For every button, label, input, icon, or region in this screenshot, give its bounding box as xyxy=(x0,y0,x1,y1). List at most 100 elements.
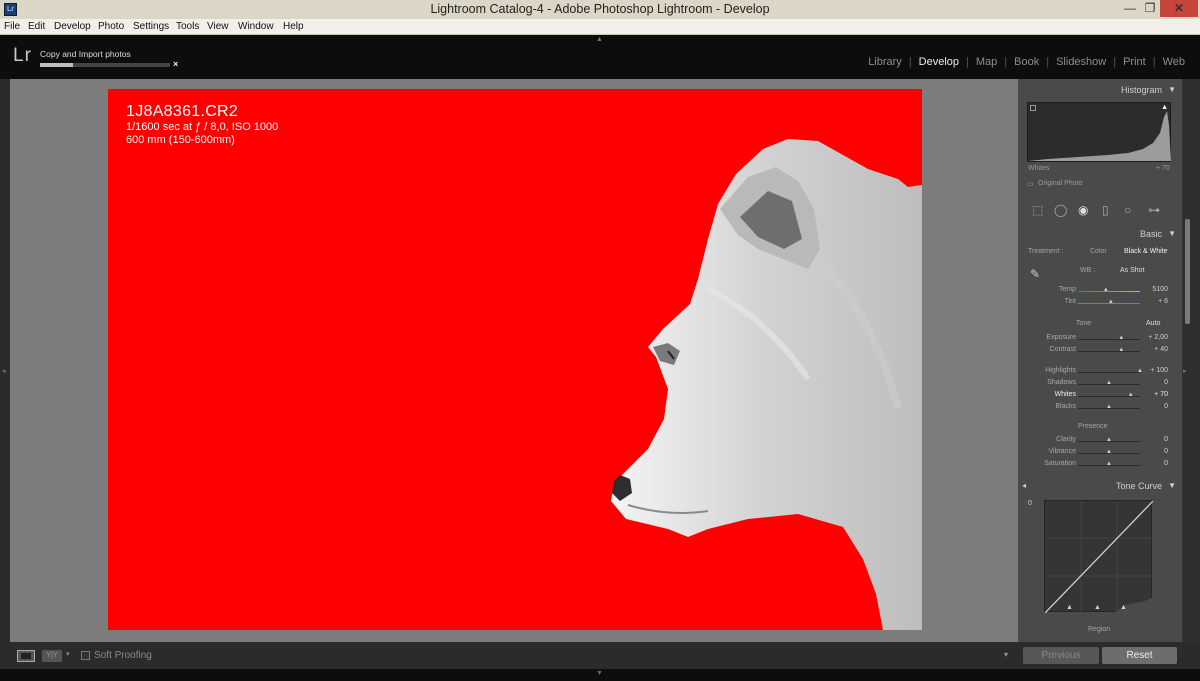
histogram-panel-header[interactable]: Histogram ▼ xyxy=(1018,81,1182,99)
cancel-task-icon[interactable]: × xyxy=(173,59,178,69)
exposure-track[interactable] xyxy=(1078,339,1140,340)
previous-button[interactable]: Previous xyxy=(1023,647,1099,664)
menu-help[interactable]: Help xyxy=(283,21,304,32)
collapse-basic-icon[interactable]: ▼ xyxy=(1168,229,1176,238)
curve-split-left-icon[interactable]: ▲ xyxy=(1066,604,1073,611)
menu-tools[interactable]: Tools xyxy=(176,21,199,32)
menu-window[interactable]: Window xyxy=(238,21,274,32)
tone-curve-target-icon[interactable]: ◂ xyxy=(1022,481,1026,490)
menu-develop[interactable]: Develop xyxy=(54,21,91,32)
contrast-track[interactable] xyxy=(1078,351,1140,352)
soft-proofing-checkbox[interactable] xyxy=(81,651,90,660)
saturation-knob[interactable]: ▲ xyxy=(1106,461,1112,467)
clarity-slider[interactable]: Clarity ▲ 0 xyxy=(1018,435,1182,447)
module-slideshow[interactable]: Slideshow xyxy=(1049,56,1113,68)
photo-preview[interactable]: 1J8A8361.CR2 1/1600 sec at ƒ / 8,0, ISO … xyxy=(108,89,922,630)
temp-knob[interactable]: ▲ xyxy=(1103,287,1109,293)
exposure-slider[interactable]: Exposure ▲ + 2,00 xyxy=(1018,333,1182,345)
temp-value[interactable]: 5100 xyxy=(1152,286,1168,293)
histogram-display[interactable]: ▲ xyxy=(1027,102,1171,162)
left-panel-collapsed[interactable]: ◂ xyxy=(0,79,10,642)
presence-label: Presence xyxy=(1078,423,1108,430)
vibrance-slider[interactable]: Vibrance ▲ 0 xyxy=(1018,447,1182,459)
tint-slider[interactable]: Tint ▲ + 6 xyxy=(1018,297,1182,309)
radial-filter-icon[interactable]: ○ xyxy=(1124,203,1131,217)
auto-tone-button[interactable]: Auto xyxy=(1146,320,1160,327)
image-canvas[interactable]: 1J8A8361.CR2 1/1600 sec at ƒ / 8,0, ISO … xyxy=(10,79,1018,642)
spot-removal-icon[interactable]: ◯ xyxy=(1054,203,1067,217)
adjustment-brush-icon[interactable]: ⊶ xyxy=(1148,203,1160,217)
module-book[interactable]: Book xyxy=(1007,56,1046,68)
menu-file[interactable]: File xyxy=(4,21,20,32)
expand-left-panel-icon[interactable]: ◂ xyxy=(2,367,6,375)
contrast-value[interactable]: + 40 xyxy=(1154,346,1168,353)
menu-view[interactable]: View xyxy=(207,21,229,32)
blacks-slider[interactable]: Blacks ▲ 0 xyxy=(1018,402,1182,414)
saturation-slider[interactable]: Saturation ▲ 0 xyxy=(1018,459,1182,471)
scrollbar-thumb[interactable] xyxy=(1185,219,1190,324)
contrast-slider[interactable]: Contrast ▲ + 40 xyxy=(1018,345,1182,357)
loupe-view-icon[interactable] xyxy=(17,650,35,662)
collapse-tone-curve-icon[interactable]: ▼ xyxy=(1168,481,1176,490)
expand-filmstrip-icon[interactable]: ▼ xyxy=(596,670,603,677)
toolbar-options-icon[interactable]: ▾ xyxy=(1004,650,1008,659)
vibrance-knob[interactable]: ▲ xyxy=(1106,449,1112,455)
right-panel-scrollbar[interactable]: ▸ xyxy=(1182,79,1200,642)
blacks-knob[interactable]: ▲ xyxy=(1106,404,1112,410)
menu-settings[interactable]: Settings xyxy=(133,21,169,32)
contrast-knob[interactable]: ▲ xyxy=(1118,347,1124,353)
shadows-slider[interactable]: Shadows ▲ 0 xyxy=(1018,378,1182,390)
basic-panel-header[interactable]: Basic ▼ xyxy=(1018,225,1182,243)
filmstrip-collapsed[interactable]: ▼ xyxy=(0,669,1200,681)
highlights-knob[interactable]: ▲ xyxy=(1137,368,1143,374)
original-photo-checkbox-icon[interactable]: ▭ xyxy=(1027,180,1034,188)
tint-value[interactable]: + 6 xyxy=(1158,298,1168,305)
blacks-value[interactable]: 0 xyxy=(1164,403,1168,410)
reset-button[interactable]: Reset xyxy=(1102,647,1177,664)
temp-track[interactable] xyxy=(1078,291,1140,292)
vibrance-value[interactable]: 0 xyxy=(1164,448,1168,455)
whites-knob[interactable]: ▲ xyxy=(1128,392,1134,398)
menu-photo[interactable]: Photo xyxy=(98,21,124,32)
module-library[interactable]: Library xyxy=(861,56,909,68)
maximize-button[interactable]: ❐ xyxy=(1140,0,1160,17)
curve-split-right-icon[interactable]: ▲ xyxy=(1120,604,1127,611)
highlights-value[interactable]: + 100 xyxy=(1150,367,1168,374)
red-eye-icon[interactable]: ◉ xyxy=(1078,203,1088,217)
clarity-knob[interactable]: ▲ xyxy=(1106,437,1112,443)
saturation-value[interactable]: 0 xyxy=(1164,460,1168,467)
module-print[interactable]: Print xyxy=(1116,56,1153,68)
tone-curve-graph[interactable] xyxy=(1044,500,1154,614)
before-after-dropdown-icon[interactable]: ▾ xyxy=(66,650,70,658)
clarity-value[interactable]: 0 xyxy=(1164,436,1168,443)
collapse-right-panel-icon[interactable]: ▸ xyxy=(1183,367,1187,375)
wb-value[interactable]: As Shot xyxy=(1120,267,1145,274)
collapse-histogram-icon[interactable]: ▼ xyxy=(1168,85,1176,94)
exposure-value[interactable]: + 2,00 xyxy=(1148,334,1168,341)
crop-tool-icon[interactable]: ⬚ xyxy=(1032,203,1043,217)
highlights-track[interactable] xyxy=(1078,372,1140,373)
graduated-filter-icon[interactable]: ▯ xyxy=(1102,203,1109,217)
module-map[interactable]: Map xyxy=(969,56,1004,68)
white-balance-eyedropper-icon[interactable]: ✎ xyxy=(1030,267,1040,281)
highlights-slider[interactable]: Highlights ▲ + 100 xyxy=(1018,366,1182,378)
minimize-button[interactable]: — xyxy=(1120,0,1140,17)
photo-filename: 1J8A8361.CR2 xyxy=(126,103,239,120)
whites-slider[interactable]: Whites ▲ + 70 xyxy=(1018,390,1182,402)
temp-slider[interactable]: Temp ▲ 5100 xyxy=(1018,285,1182,297)
curve-split-mid-icon[interactable]: ▲ xyxy=(1094,604,1101,611)
treatment-color[interactable]: Color xyxy=(1090,248,1107,255)
shadows-knob[interactable]: ▲ xyxy=(1106,380,1112,386)
menu-edit[interactable]: Edit xyxy=(28,21,45,32)
tint-knob[interactable]: ▲ xyxy=(1108,299,1114,305)
whites-value[interactable]: + 70 xyxy=(1154,391,1168,398)
treatment-black-white[interactable]: Black & White xyxy=(1124,248,1168,255)
module-develop[interactable]: Develop xyxy=(912,56,966,68)
exposure-knob[interactable]: ▲ xyxy=(1118,335,1124,341)
tone-curve-panel-header[interactable]: ◂ Tone Curve ▼ xyxy=(1018,477,1182,495)
close-window-button[interactable]: ✕ xyxy=(1160,0,1198,17)
collapse-top-panel-icon[interactable]: ▲ xyxy=(596,36,603,43)
module-web[interactable]: Web xyxy=(1156,56,1192,68)
before-after-view-button[interactable]: Y|Y xyxy=(42,650,62,662)
shadows-value[interactable]: 0 xyxy=(1164,379,1168,386)
